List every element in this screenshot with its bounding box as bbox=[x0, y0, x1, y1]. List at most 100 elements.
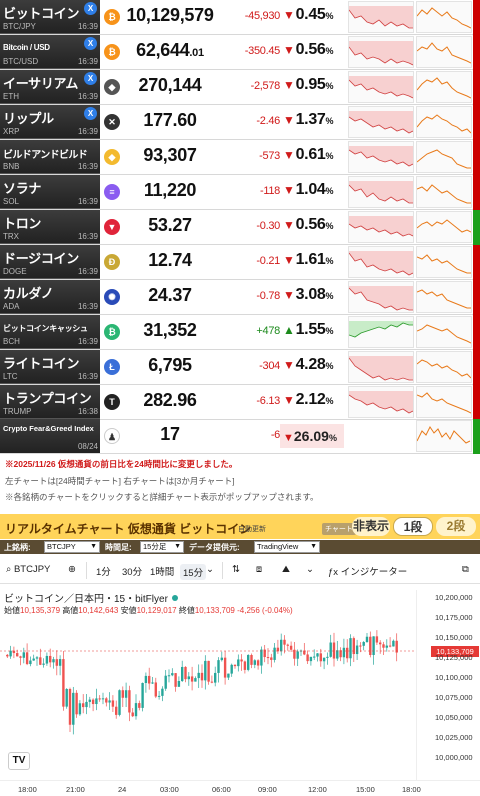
candlestick-chart[interactable] bbox=[0, 615, 414, 780]
coin-name: トランプコイン bbox=[3, 391, 92, 406]
crypto-row[interactable]: イーサリアム ETH 16:39 X ◆ 270,144 -2,578 ▼0.9… bbox=[0, 70, 480, 105]
3month-chart[interactable] bbox=[416, 106, 472, 138]
x-share-icon[interactable]: X bbox=[84, 2, 97, 15]
timeframe-1m[interactable]: 1分 bbox=[96, 564, 111, 578]
coin-name: ビットコイン bbox=[3, 6, 80, 21]
coin-price: 6,795 bbox=[148, 355, 192, 375]
crypto-row[interactable]: カルダノ ADA 16:39 ✺ 24.37 -0.78 ▼3.08% bbox=[0, 280, 480, 315]
close-label: 終値 bbox=[178, 606, 195, 615]
24h-chart[interactable] bbox=[348, 36, 414, 68]
coin-change: -2.46 bbox=[256, 115, 280, 127]
3month-chart[interactable] bbox=[416, 176, 472, 208]
crypto-row[interactable]: ドージコイン DOGE 16:39 Ð 12.74 -0.21 ▼1.61% bbox=[0, 245, 480, 280]
coin-change-percent: ▼0.95% bbox=[283, 76, 334, 93]
3month-chart[interactable] bbox=[416, 211, 472, 243]
crypto-row[interactable]: リップル XRP 16:39 X ✕ 177.60 -2.46 ▼1.37% bbox=[0, 105, 480, 140]
timeframe-30m[interactable]: 30分 bbox=[122, 564, 142, 578]
24h-chart[interactable] bbox=[348, 211, 414, 243]
x-share-icon[interactable]: X bbox=[84, 72, 97, 85]
crypto-row[interactable]: Bitcoin / USD BTC/USD 16:39 X ₿ 62,644.0… bbox=[0, 35, 480, 70]
candle-body bbox=[68, 688, 72, 725]
candle-body bbox=[115, 706, 118, 715]
crypto-row[interactable]: ビットコイン BTC/JPY 16:39 X ₿ 10,129,579 -45,… bbox=[0, 0, 480, 35]
candle-body bbox=[25, 652, 29, 665]
candle-body bbox=[372, 636, 375, 655]
crypto-row[interactable]: ビットコインキャッシュ BCH 16:39 ₿ 31,352 +478 ▲1.5… bbox=[0, 315, 480, 350]
crypto-row[interactable]: ビルドアンドビルド BNB 16:39 ◆ 93,307 -573 ▼0.61% bbox=[0, 140, 480, 175]
one-row-button[interactable]: 1段 bbox=[393, 517, 433, 536]
coin-time: 16:39 bbox=[77, 232, 98, 241]
popout-icon[interactable]: ⧉ bbox=[462, 564, 469, 575]
3month-chart[interactable] bbox=[416, 316, 472, 348]
candle-body bbox=[29, 660, 32, 665]
3month-chart[interactable] bbox=[416, 71, 472, 103]
24h-chart[interactable] bbox=[348, 386, 414, 418]
candle-body bbox=[214, 672, 217, 683]
candle-body bbox=[16, 653, 19, 657]
y-tick-label: 10,100,000 bbox=[435, 673, 473, 682]
candle-body bbox=[375, 636, 379, 643]
candle-body bbox=[151, 682, 154, 684]
tradingview-logo[interactable]: TV bbox=[8, 752, 30, 770]
time-axis: 18:00 21:00 24 03:00 06:00 09:00 12:00 15:00 18:… bbox=[0, 780, 480, 796]
area-chart-icon[interactable]: ⛰ bbox=[282, 564, 290, 575]
24h-chart[interactable] bbox=[348, 246, 414, 278]
24h-chart[interactable] bbox=[348, 281, 414, 313]
x-tick-label: 24 bbox=[118, 785, 127, 794]
coin-name: ソラナ bbox=[3, 181, 42, 196]
coin-change: -45,930 bbox=[244, 10, 281, 22]
3month-chart[interactable] bbox=[416, 386, 472, 418]
24h-chart[interactable] bbox=[348, 106, 414, 138]
more-icon[interactable]: ⌄ bbox=[306, 564, 314, 575]
coin-time: 16:39 bbox=[77, 92, 98, 101]
3month-chart[interactable] bbox=[416, 351, 472, 383]
fear-greed-chart[interactable] bbox=[416, 420, 472, 452]
realtime-chart-title: リアルタイムチャート 仮想通貨 ビットコイン bbox=[5, 522, 252, 536]
24h-chart[interactable] bbox=[348, 141, 414, 173]
two-row-button[interactable]: 2段 bbox=[436, 517, 476, 536]
timeframe-15m[interactable]: 15分 bbox=[180, 564, 207, 580]
provider-label: データ提供元: bbox=[189, 543, 240, 552]
candle-body bbox=[388, 645, 392, 647]
divider bbox=[86, 562, 87, 579]
crypto-row[interactable]: トロン TRX 16:39 ▼ 53.27 -0.30 ▼0.56% bbox=[0, 210, 480, 245]
candle-body bbox=[309, 656, 313, 662]
compare-icon[interactable]: ⇅ bbox=[232, 564, 240, 575]
24h-chart[interactable] bbox=[348, 316, 414, 348]
fear-greed-row[interactable]: Crypto Fear&Greed Index 08/24 ♟ 17 -6 ▼2… bbox=[0, 419, 480, 454]
candle-body bbox=[296, 651, 299, 659]
3month-chart[interactable] bbox=[416, 246, 472, 278]
candle-body bbox=[108, 700, 111, 703]
24h-chart[interactable] bbox=[348, 176, 414, 208]
crypto-row[interactable]: ライトコイン LTC 16:39 Ł 6,795 -304 ▼4.28% bbox=[0, 350, 480, 385]
coin-name-cell: Bitcoin / USD BTC/USD 16:39 X bbox=[0, 35, 100, 69]
24h-chart[interactable] bbox=[348, 71, 414, 103]
3month-chart[interactable] bbox=[416, 1, 472, 33]
candle-body bbox=[148, 675, 151, 684]
timeframe-select[interactable]: 15分足 bbox=[140, 541, 184, 553]
candle-body bbox=[82, 703, 85, 708]
hide-chart-button[interactable]: 非表示 bbox=[352, 517, 390, 536]
24h-chart[interactable] bbox=[348, 1, 414, 33]
provider-select[interactable]: TradingView bbox=[254, 541, 320, 553]
coin-time: 16:39 bbox=[77, 127, 98, 136]
x-share-icon[interactable]: X bbox=[84, 37, 97, 50]
x-share-icon[interactable]: X bbox=[84, 107, 97, 120]
24h-chart[interactable] bbox=[348, 351, 414, 383]
crypto-row[interactable]: トランプコイン TRUMP 16:38 T 282.96 -6.13 ▼2.12… bbox=[0, 385, 480, 420]
coin-name-cell: トランプコイン TRUMP 16:38 bbox=[0, 385, 100, 419]
3month-chart[interactable] bbox=[416, 141, 472, 173]
3month-chart[interactable] bbox=[416, 36, 472, 68]
pair-select[interactable]: BTCJPY bbox=[44, 541, 100, 553]
indicator-button[interactable]: ƒx インジケーター bbox=[328, 564, 407, 578]
candles-icon[interactable]: ⧈ bbox=[256, 564, 262, 575]
note-popup-explanation: ※各銘柄のチャートをクリックすると詳細チャート表示がポップアップされます。 bbox=[5, 492, 319, 502]
coin-time: 16:39 bbox=[77, 57, 98, 66]
add-symbol-icon[interactable]: ⊕ bbox=[68, 564, 76, 575]
timeframe-dropdown-icon[interactable]: ⌄ bbox=[206, 564, 214, 575]
timeframe-1h[interactable]: 1時間 bbox=[150, 564, 174, 578]
crypto-row[interactable]: ソラナ SOL 16:39 ≡ 11,220 -118 ▼1.04% bbox=[0, 175, 480, 210]
symbol-search[interactable]: ⌕ BTCJPY bbox=[6, 564, 50, 575]
3month-chart[interactable] bbox=[416, 281, 472, 313]
candle-body bbox=[379, 642, 382, 645]
